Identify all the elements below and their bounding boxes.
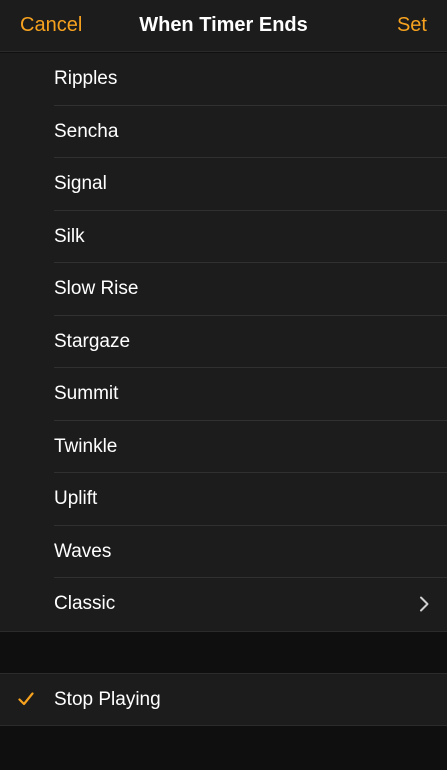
tone-row-slow-rise[interactable]: Slow Rise: [0, 263, 447, 316]
tone-row-ripples[interactable]: Ripples: [0, 53, 447, 106]
tone-label: Waves: [54, 540, 112, 562]
tone-row-silk[interactable]: Silk: [0, 211, 447, 263]
checkmark-icon: [18, 692, 34, 706]
tone-label: Stargaze: [54, 330, 131, 352]
tone-label: Summit: [54, 383, 119, 404]
chevron-right-icon: [420, 596, 429, 612]
tone-label: Ripples: [54, 68, 118, 89]
tone-row-waves[interactable]: Waves: [0, 526, 447, 578]
tone-row-uplift[interactable]: Uplift: [0, 473, 447, 526]
stop-playing-row[interactable]: Stop Playing: [0, 673, 447, 726]
tone-row-twinkle[interactable]: Twinkle: [0, 421, 447, 473]
tone-row-sencha[interactable]: Sencha: [0, 106, 447, 158]
tone-row-signal[interactable]: Signal: [0, 158, 447, 211]
tone-label: Sencha: [54, 120, 119, 142]
tone-row-stargaze[interactable]: Stargaze: [0, 316, 447, 368]
tone-label: Twinkle: [54, 435, 118, 457]
tone-label: Classic: [54, 593, 116, 614]
tone-label: Silk: [54, 225, 85, 247]
set-button[interactable]: Set: [397, 0, 427, 52]
cancel-button[interactable]: Cancel: [20, 0, 82, 52]
stop-playing-label: Stop Playing: [54, 689, 161, 710]
timer-end-screen: Cancel When Timer Ends Set Ripples Sench…: [0, 0, 447, 770]
tone-row-summit[interactable]: Summit: [0, 368, 447, 421]
tone-row-classic[interactable]: Classic: [0, 578, 447, 631]
tone-label: Slow Rise: [54, 278, 139, 299]
navigation-bar: Cancel When Timer Ends Set: [0, 0, 447, 52]
tone-label: Signal: [54, 173, 107, 194]
tone-label: Uplift: [54, 488, 98, 509]
tone-list: Ripples Sencha Signal Silk Slow Rise Sta…: [0, 53, 447, 632]
